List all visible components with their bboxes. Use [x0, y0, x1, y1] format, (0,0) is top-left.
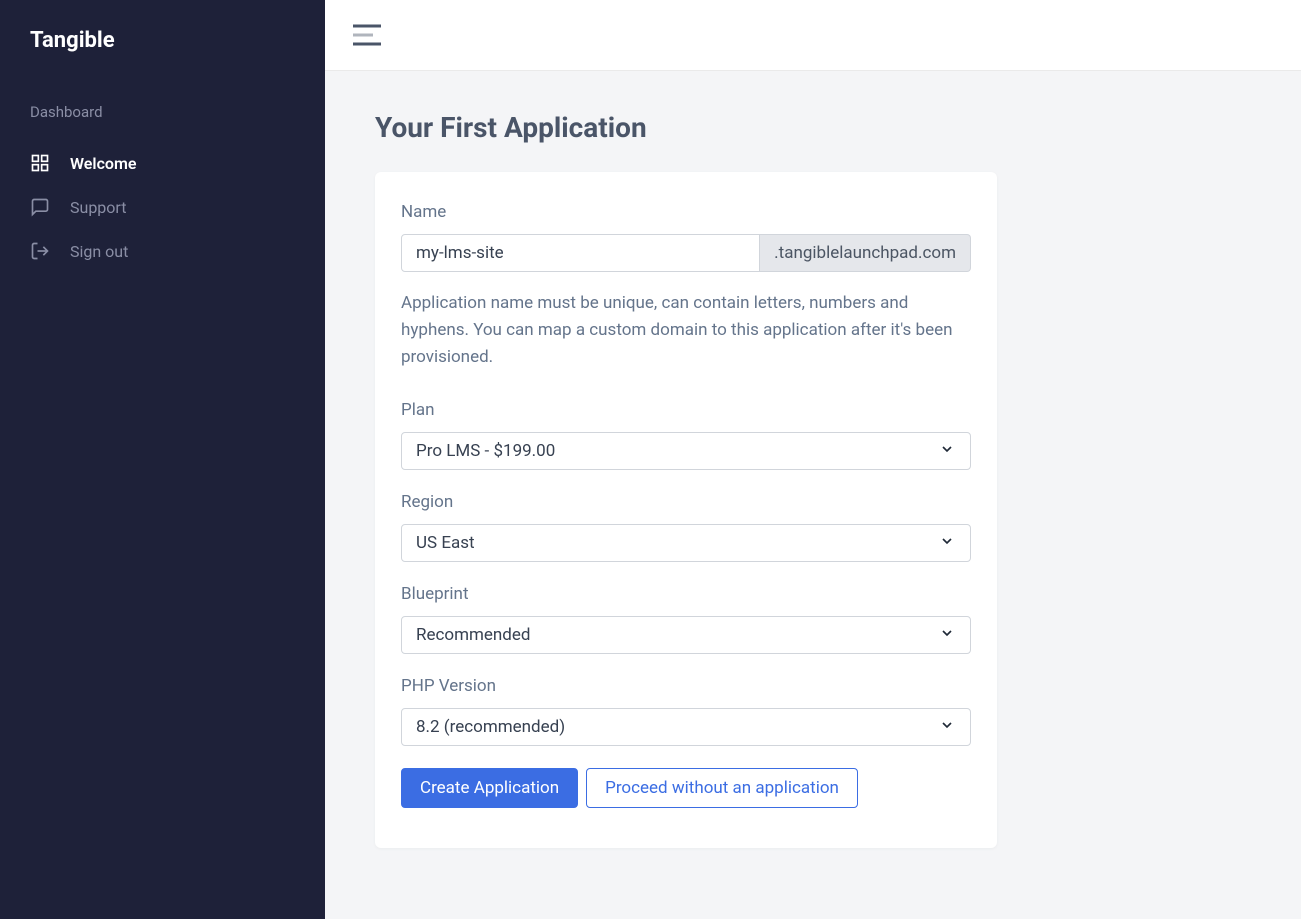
form-group-php-version: PHP Version 8.2 (recommended): [401, 676, 971, 746]
sidebar-item-label: Support: [70, 198, 126, 217]
form-card: Name .tangiblelaunchpad.com Application …: [375, 172, 997, 848]
php-version-select[interactable]: 8.2 (recommended): [401, 708, 971, 746]
sidebar-item-label: Welcome: [70, 154, 136, 173]
topbar: [325, 0, 1301, 71]
proceed-without-application-button[interactable]: Proceed without an application: [586, 768, 858, 808]
name-help-text: Application name must be unique, can con…: [401, 290, 971, 372]
plan-select[interactable]: Pro LMS - $199.00: [401, 432, 971, 470]
name-input-group: .tangiblelaunchpad.com: [401, 234, 971, 272]
form-group-name: Name .tangiblelaunchpad.com: [401, 202, 971, 272]
page-title: Your First Application: [375, 111, 1251, 144]
chat-icon: [30, 197, 50, 217]
sidebar-item-signout[interactable]: Sign out: [30, 229, 295, 273]
grid-icon: [30, 153, 50, 173]
main-area: Your First Application Name .tangiblelau…: [325, 0, 1301, 919]
sidebar-item-support[interactable]: Support: [30, 185, 295, 229]
php-version-label: PHP Version: [401, 676, 971, 696]
name-label: Name: [401, 202, 971, 222]
blueprint-label: Blueprint: [401, 584, 971, 604]
region-label: Region: [401, 492, 971, 512]
hamburger-menu-icon[interactable]: [353, 24, 381, 46]
sidebar-item-label: Sign out: [70, 242, 128, 261]
sidebar-section-label: Dashboard: [30, 103, 295, 121]
domain-suffix: .tangiblelaunchpad.com: [760, 234, 971, 272]
brand-logo: Tangible: [30, 28, 295, 53]
blueprint-select[interactable]: Recommended: [401, 616, 971, 654]
form-group-region: Region US East: [401, 492, 971, 562]
sidebar-item-welcome[interactable]: Welcome: [30, 141, 295, 185]
plan-label: Plan: [401, 400, 971, 420]
create-application-button[interactable]: Create Application: [401, 768, 578, 808]
button-row: Create Application Proceed without an ap…: [401, 768, 971, 808]
region-select[interactable]: US East: [401, 524, 971, 562]
sidebar: Tangible Dashboard Welcome Support: [0, 0, 325, 919]
form-group-plan: Plan Pro LMS - $199.00: [401, 400, 971, 470]
name-input[interactable]: [401, 234, 760, 272]
form-group-blueprint: Blueprint Recommended: [401, 584, 971, 654]
content: Your First Application Name .tangiblelau…: [325, 71, 1301, 888]
signout-icon: [30, 241, 50, 261]
